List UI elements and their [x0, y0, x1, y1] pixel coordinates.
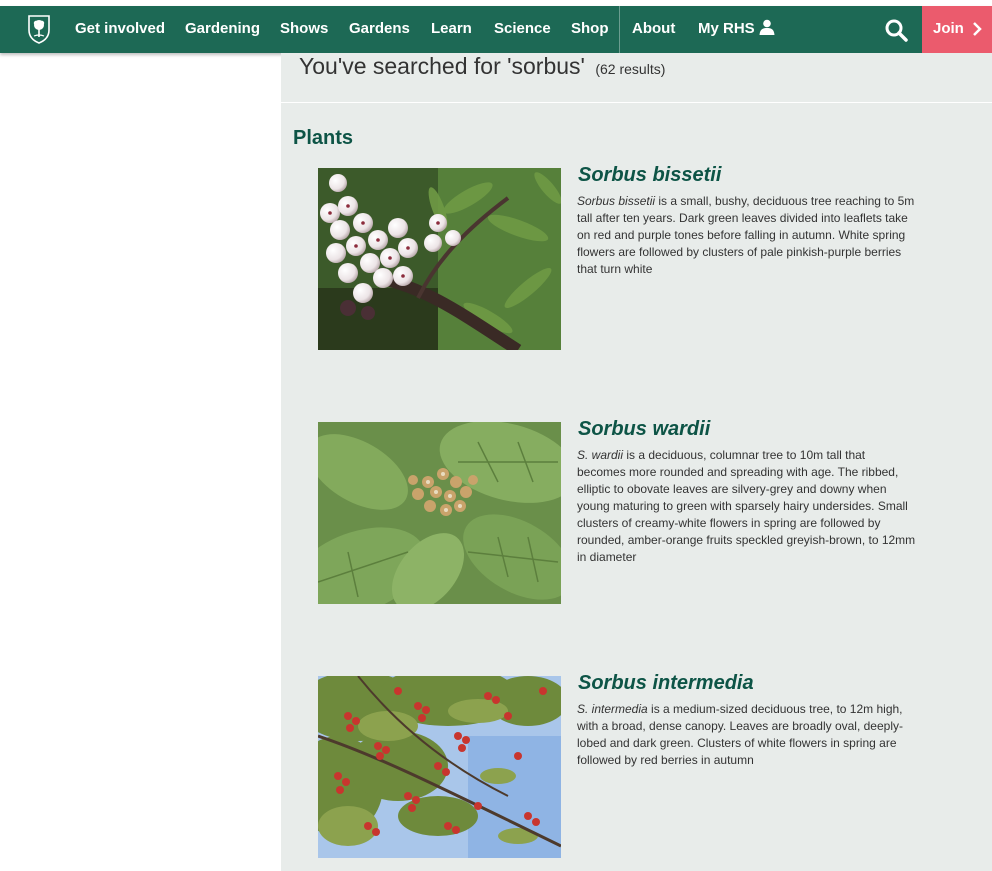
search-heading-text: You've searched for 'sorbus': [299, 53, 585, 79]
nav-get-involved[interactable]: Get involved: [75, 6, 165, 53]
result-desc-text: is a deciduous, columnar tree to 10m tal…: [577, 448, 916, 564]
result-title-link[interactable]: Sorbus bissetii: [578, 164, 721, 187]
search-results-panel: You've searched for 'sorbus' (62 results…: [281, 53, 992, 871]
result-item: Sorbus bissetii Sorbus bissetii is a sma…: [318, 164, 918, 350]
nav-shows[interactable]: Shows: [280, 6, 328, 53]
result-title-link[interactable]: Sorbus wardii: [578, 418, 710, 441]
nav-shop[interactable]: Shop: [571, 6, 609, 53]
rhs-logo-icon[interactable]: [26, 14, 52, 44]
join-button[interactable]: Join: [922, 6, 992, 53]
result-image-sorbus-wardii[interactable]: [318, 422, 561, 604]
result-desc-name: S. wardii: [577, 448, 624, 462]
heading-divider: [281, 102, 992, 103]
nav-about[interactable]: About: [632, 6, 675, 53]
result-desc-name: S. intermedia: [577, 702, 648, 716]
join-label: Join: [933, 20, 964, 37]
result-description: S. intermedia is a medium-sized deciduou…: [577, 701, 917, 769]
nav-my-rhs-label: My RHS: [698, 20, 755, 37]
search-icon: [885, 19, 908, 42]
search-heading: You've searched for 'sorbus' (62 results…: [299, 53, 665, 85]
nav-science[interactable]: Science: [494, 6, 551, 53]
nav-learn[interactable]: Learn: [431, 6, 472, 53]
search-button[interactable]: [876, 6, 916, 53]
result-image-sorbus-bissetii[interactable]: [318, 168, 561, 350]
chevron-right-icon: [973, 22, 982, 36]
result-item: Sorbus intermedia S. intermedia is a med…: [318, 672, 918, 858]
nav-divider: [619, 6, 620, 53]
result-description: Sorbus bissetii is a small, bushy, decid…: [577, 193, 917, 278]
nav-my-rhs[interactable]: My RHS: [698, 6, 775, 53]
nav-gardening[interactable]: Gardening: [185, 6, 260, 53]
result-desc-name: Sorbus bissetii: [577, 194, 656, 208]
result-count: (62 results): [595, 61, 666, 77]
result-title-link[interactable]: Sorbus intermedia: [578, 672, 754, 695]
nav-gardens[interactable]: Gardens: [349, 6, 410, 53]
result-image-sorbus-intermedia[interactable]: [318, 676, 561, 858]
result-description: S. wardii is a deciduous, columnar tree …: [577, 447, 917, 566]
top-navigation: Get involved Gardening Shows Gardens Lea…: [0, 6, 992, 53]
result-item: Sorbus wardii S. wardii is a deciduous, …: [318, 418, 918, 604]
user-icon: [759, 19, 775, 35]
section-title-plants: Plants: [293, 127, 354, 149]
